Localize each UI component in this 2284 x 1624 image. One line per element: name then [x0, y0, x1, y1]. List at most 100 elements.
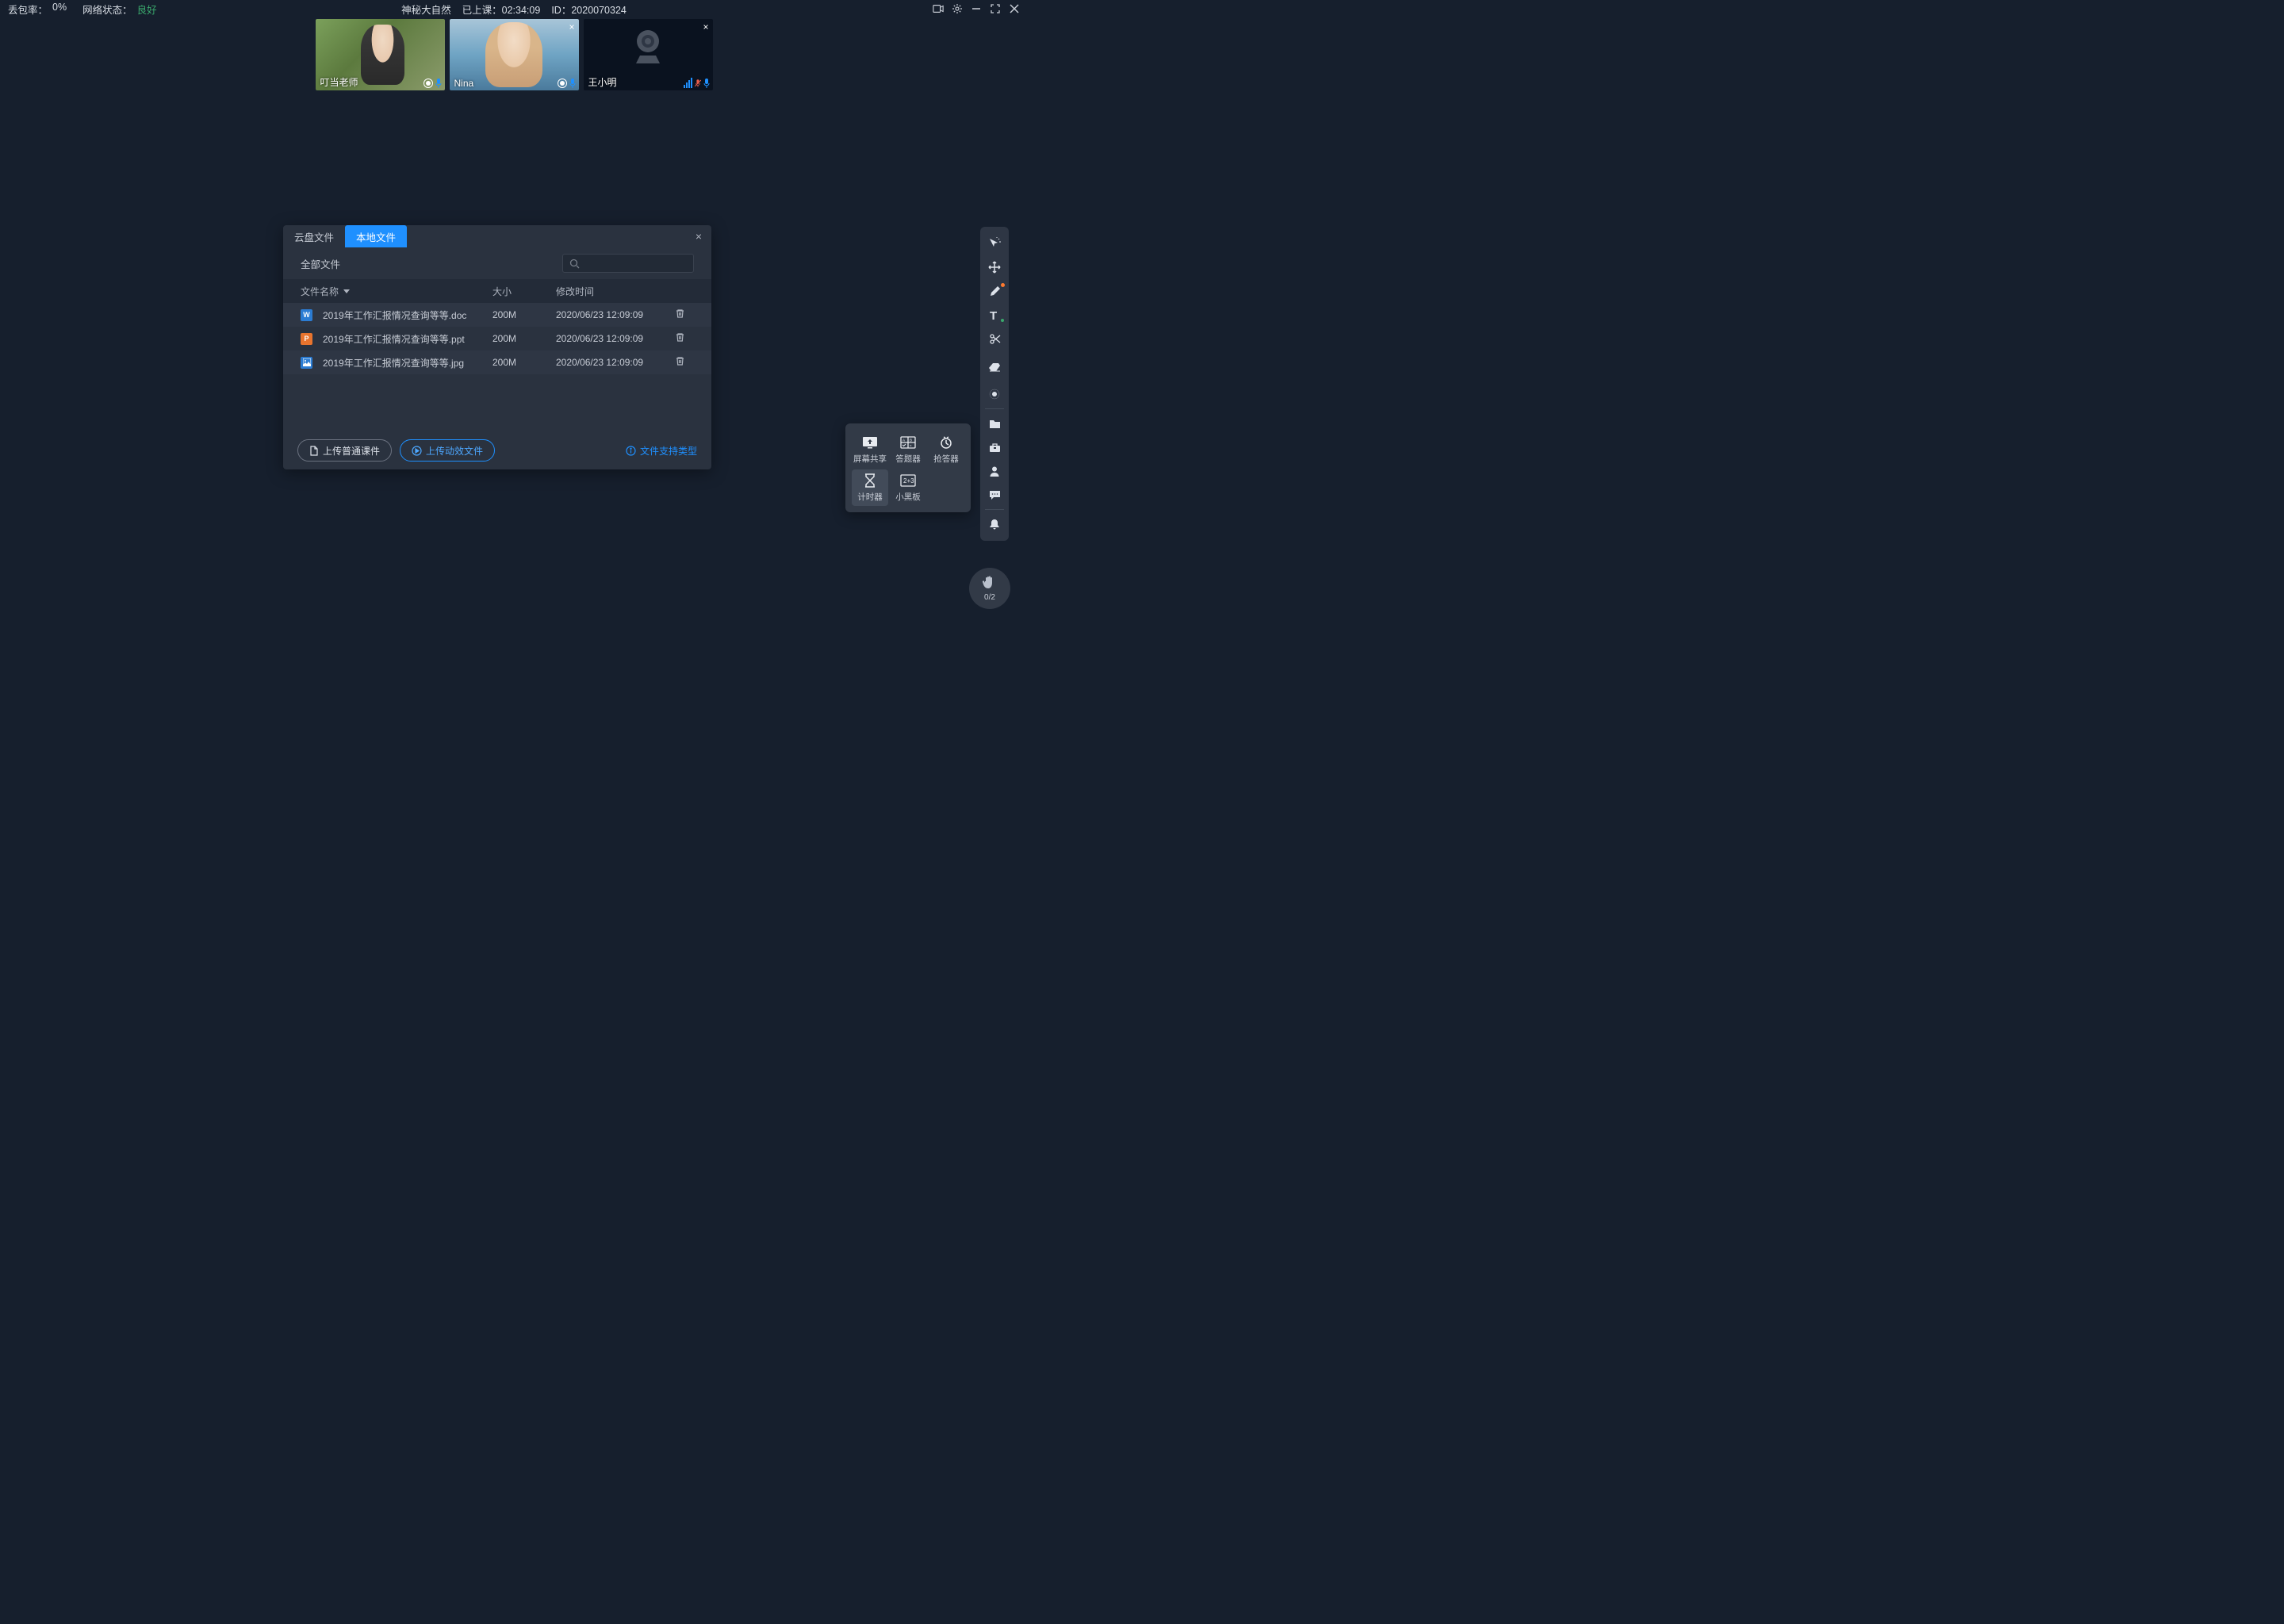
mic-on-icon [569, 79, 576, 88]
person-icon[interactable] [980, 459, 1009, 483]
hand-icon [982, 575, 998, 592]
participant-name: 叮当老师 [320, 75, 358, 89]
participant-name: Nina [454, 78, 474, 89]
svg-text:B: B [910, 439, 912, 442]
camera-toggle-icon[interactable] [933, 3, 944, 14]
elapsed-label: 已上课： [462, 5, 502, 16]
tool-timer[interactable]: 计时器 [852, 469, 888, 506]
chat-icon[interactable] [980, 483, 1009, 507]
sort-caret-icon [343, 289, 350, 293]
blackboard-icon: 2+3 [899, 473, 918, 488]
close-video-icon[interactable]: × [569, 21, 574, 33]
buzzer-icon [937, 435, 956, 450]
minimize-icon[interactable] [971, 3, 982, 14]
delete-file-icon[interactable] [675, 356, 694, 369]
fullscreen-icon[interactable] [990, 3, 1001, 14]
image-icon [301, 357, 312, 369]
file-size: 200M [492, 357, 556, 368]
teaching-tools-popover: 屏幕共享 AB× 答题器 抢答器 计时器 2+3 小黑板 [845, 423, 971, 512]
elapsed-value: 02:34:09 [502, 5, 541, 16]
svg-text:×: × [910, 444, 912, 448]
file-time: 2020/06/23 12:09:09 [556, 309, 675, 320]
text-tool-icon[interactable]: T [980, 303, 1009, 327]
video-tile[interactable]: 叮当老师 [316, 19, 445, 90]
id-label: ID： [551, 5, 571, 16]
pen-icon[interactable] [980, 279, 1009, 303]
tool-screen-share[interactable]: 屏幕共享 [852, 431, 888, 468]
packet-loss-label: 丢包率： [8, 2, 48, 17]
file-table-header: 文件名称 大小 修改时间 [283, 279, 711, 303]
column-size-header[interactable]: 大小 [492, 285, 556, 298]
document-icon [309, 446, 319, 456]
file-row[interactable]: P 2019年工作汇报情况查询等等.ppt 200M 2020/06/23 12:… [283, 327, 711, 350]
network-value: 良好 [137, 2, 157, 17]
play-circle-icon [412, 446, 422, 456]
raise-hand-button[interactable]: 0/2 [969, 568, 1010, 609]
scissors-icon[interactable] [980, 327, 1009, 350]
column-name-header[interactable]: 文件名称 [301, 285, 492, 298]
search-icon [569, 259, 580, 269]
file-name: 2019年工作汇报情况查询等等.ppt [323, 332, 465, 346]
spotlight-icon[interactable] [980, 382, 1009, 406]
right-toolbar: T [980, 227, 1009, 541]
laser-pointer-icon[interactable] [980, 232, 1009, 255]
doc-icon: W [301, 309, 312, 321]
tool-quiz[interactable]: AB× 答题器 [890, 431, 926, 468]
top-status-bar: 丢包率： 0% 网络状态： 良好 神秘大自然 已上课：02:34:09 ID：2… [0, 0, 1028, 17]
breadcrumb[interactable]: 全部文件 [301, 256, 553, 271]
supported-types-link[interactable]: 文件支持类型 [626, 444, 697, 458]
camera-on-icon [558, 79, 567, 88]
close-video-icon[interactable]: × [703, 21, 708, 33]
move-icon[interactable] [980, 255, 1009, 279]
file-name: 2019年工作汇报情况查询等等.jpg [323, 356, 464, 370]
file-name: 2019年工作汇报情况查询等等.doc [323, 308, 466, 322]
file-time: 2020/06/23 12:09:09 [556, 333, 675, 344]
camera-on-icon [423, 79, 433, 88]
file-upload-dialog: 云盘文件 本地文件 × 全部文件 文件名称 大小 修改时间 W 2019年工作汇报… [283, 225, 711, 469]
upload-animated-button[interactable]: 上传动效文件 [400, 439, 495, 462]
tool-mini-blackboard[interactable]: 2+3 小黑板 [890, 469, 926, 506]
delete-file-icon[interactable] [675, 308, 694, 321]
signal-icon [684, 78, 692, 88]
video-tile[interactable]: × 王小明 [584, 19, 713, 90]
column-time-header[interactable]: 修改时间 [556, 285, 675, 298]
tool-buzzer[interactable]: 抢答器 [928, 431, 964, 468]
file-list: W 2019年工作汇报情况查询等等.doc 200M 2020/06/23 12:… [283, 303, 711, 374]
upload-normal-button[interactable]: 上传普通课件 [297, 439, 392, 462]
id-value: 2020070324 [571, 5, 627, 16]
course-title: 神秘大自然 [401, 2, 451, 17]
tab-cloud-files[interactable]: 云盘文件 [283, 225, 345, 247]
toolbox-icon[interactable] [980, 435, 1009, 459]
camera-off-placeholder-icon [632, 29, 664, 65]
ppt-icon: P [301, 333, 312, 345]
svg-text:T: T [990, 309, 997, 321]
file-row[interactable]: W 2019年工作汇报情况查询等等.doc 200M 2020/06/23 12:… [283, 303, 711, 327]
mic-muted-icon [695, 79, 701, 88]
file-size: 200M [492, 309, 556, 320]
file-row[interactable]: 2019年工作汇报情况查询等等.jpg 200M 2020/06/23 12:0… [283, 350, 711, 374]
hand-count: 0/2 [984, 593, 995, 602]
bell-icon[interactable] [980, 512, 1009, 536]
packet-loss-value: 0% [52, 2, 67, 17]
folder-icon[interactable] [980, 412, 1009, 435]
svg-text:2+3: 2+3 [903, 477, 914, 485]
video-tile[interactable]: × Nina [450, 19, 579, 90]
dialog-close-icon[interactable]: × [686, 225, 711, 247]
mic-on-icon [435, 79, 442, 88]
eraser-icon[interactable] [980, 355, 1009, 379]
mic-on-icon [703, 79, 710, 88]
participant-video-row: 叮当老师 × Nina × 王小明 [0, 17, 1028, 90]
delete-file-icon[interactable] [675, 332, 694, 345]
svg-text:A: A [902, 439, 905, 442]
screen-share-icon [860, 435, 879, 450]
info-icon [626, 446, 636, 456]
quiz-icon: A B × [899, 435, 918, 450]
file-time: 2020/06/23 12:09:09 [556, 357, 675, 368]
settings-icon[interactable] [952, 3, 963, 14]
participant-name: 王小明 [588, 75, 617, 89]
search-input[interactable] [562, 254, 694, 273]
network-label: 网络状态： [82, 2, 132, 17]
close-window-icon[interactable] [1009, 3, 1020, 14]
tab-local-files[interactable]: 本地文件 [345, 225, 407, 247]
file-size: 200M [492, 333, 556, 344]
